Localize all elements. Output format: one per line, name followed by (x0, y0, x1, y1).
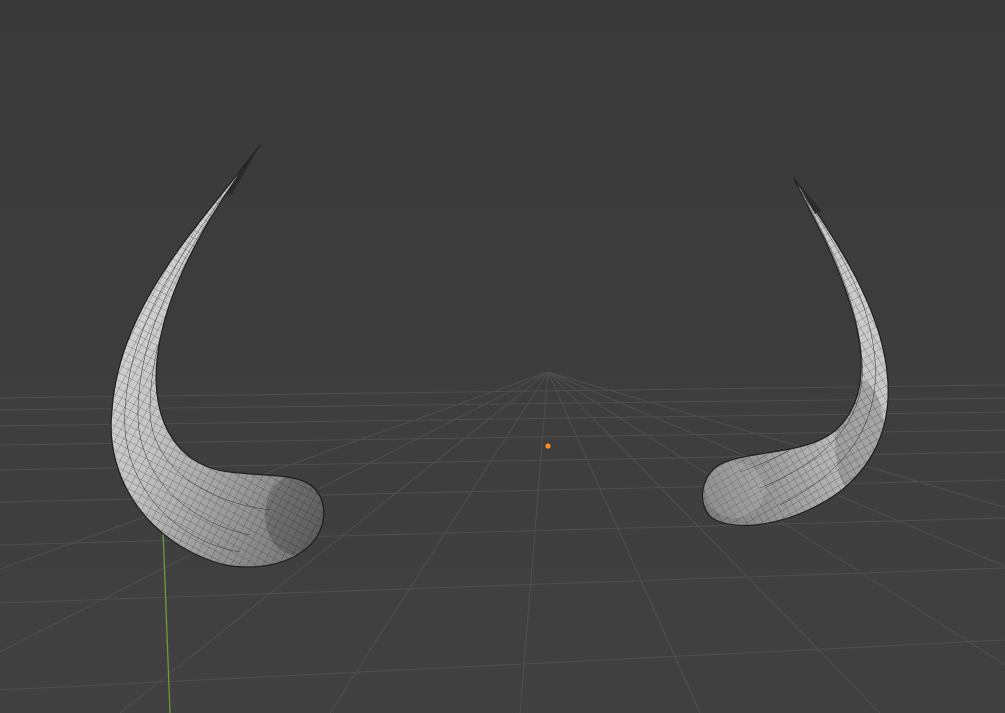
3d-viewport[interactable] (0, 0, 1005, 713)
origin-point[interactable] (545, 443, 551, 449)
viewport-canvas[interactable] (0, 0, 1005, 713)
